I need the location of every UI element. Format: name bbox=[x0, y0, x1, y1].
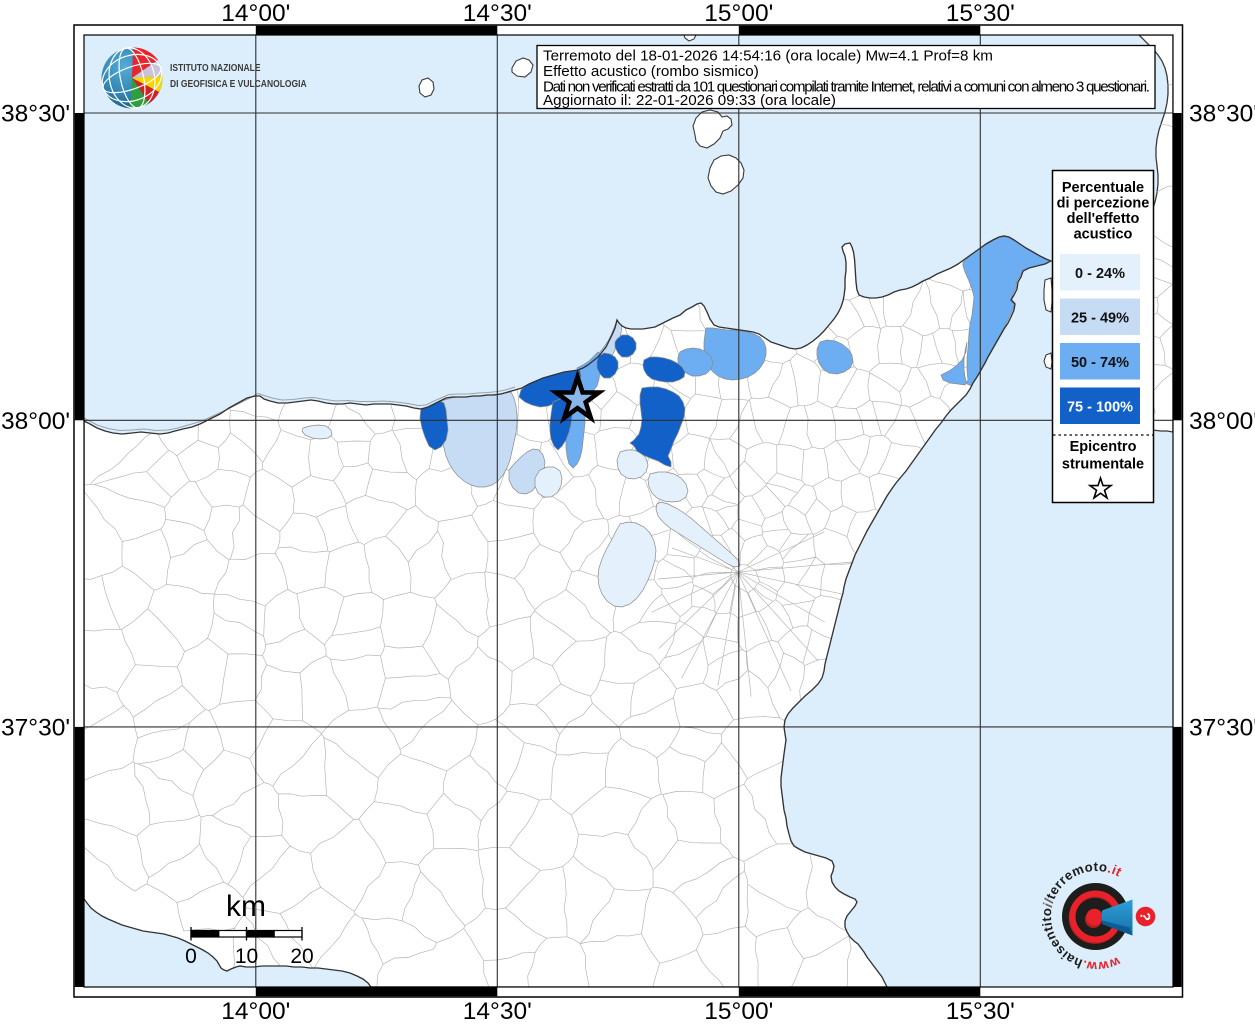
svg-text:km: km bbox=[226, 890, 266, 923]
svg-text:37°30': 37°30' bbox=[1189, 714, 1255, 741]
svg-text:38°00': 38°00' bbox=[1189, 408, 1255, 435]
svg-text:Terremoto del 18-01-2026 14:54: Terremoto del 18-01-2026 14:54:16 (ora l… bbox=[543, 48, 993, 65]
svg-text:Epicentro: Epicentro bbox=[1070, 439, 1137, 455]
svg-text:15°30': 15°30' bbox=[946, 998, 1015, 1024]
svg-text:20: 20 bbox=[290, 945, 313, 968]
svg-text:?: ? bbox=[1137, 912, 1154, 922]
svg-text:Aggiornato il: 22-01-2026 09:3: Aggiornato il: 22-01-2026 09:33 (ora loc… bbox=[543, 92, 836, 109]
svg-text:14°00': 14°00' bbox=[221, 0, 290, 27]
svg-text:50 - 74%: 50 - 74% bbox=[1071, 355, 1129, 371]
svg-text:strumentale: strumentale bbox=[1062, 457, 1144, 473]
svg-text:37°30': 37°30' bbox=[1, 714, 70, 741]
svg-text:25 - 49%: 25 - 49% bbox=[1071, 311, 1129, 327]
svg-text:di percezione: di percezione bbox=[1057, 196, 1150, 212]
svg-text:15°30': 15°30' bbox=[946, 0, 1015, 27]
svg-text:15°00': 15°00' bbox=[704, 998, 773, 1024]
svg-text:dell'effetto: dell'effetto bbox=[1067, 211, 1140, 227]
svg-text:15°00': 15°00' bbox=[704, 0, 773, 27]
svg-text:75 - 100%: 75 - 100% bbox=[1067, 400, 1133, 416]
svg-text:10: 10 bbox=[235, 945, 258, 968]
svg-text:Percentuale: Percentuale bbox=[1062, 180, 1144, 196]
svg-text:38°30': 38°30' bbox=[1189, 101, 1255, 128]
svg-text:14°30': 14°30' bbox=[463, 0, 532, 27]
svg-text:ISTITUTO NAZIONALE: ISTITUTO NAZIONALE bbox=[170, 62, 260, 74]
svg-text:14°30': 14°30' bbox=[463, 998, 532, 1024]
svg-text:38°30': 38°30' bbox=[1, 101, 70, 128]
svg-text:0 - 24%: 0 - 24% bbox=[1075, 266, 1125, 282]
svg-text:0: 0 bbox=[185, 945, 197, 968]
svg-text:DI GEOFISICA E VULCANOLOGIA: DI GEOFISICA E VULCANOLOGIA bbox=[170, 78, 307, 90]
svg-text:acustico: acustico bbox=[1074, 227, 1133, 243]
svg-text:38°00': 38°00' bbox=[1, 408, 70, 435]
svg-text:14°00': 14°00' bbox=[221, 998, 290, 1024]
svg-text:Effetto acustico (rombo sismic: Effetto acustico (rombo sismico) bbox=[543, 63, 759, 80]
